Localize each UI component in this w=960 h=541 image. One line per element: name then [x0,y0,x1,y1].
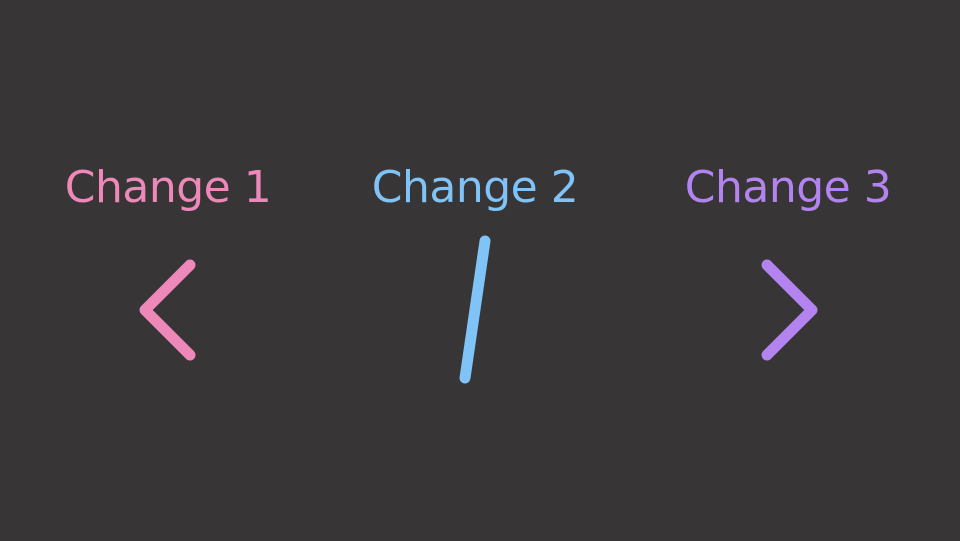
change-2-label: Change 2 [371,162,579,213]
change-1-label: Change 1 [64,162,272,213]
slash-icon [459,235,491,384]
chevron-left-stroke [139,259,196,361]
change-3-label: Change 3 [684,162,892,213]
slash-stroke [459,235,491,384]
chevron-left-icon [139,259,196,361]
chevron-right-icon [761,259,818,361]
chevron-right-stroke [761,259,818,361]
